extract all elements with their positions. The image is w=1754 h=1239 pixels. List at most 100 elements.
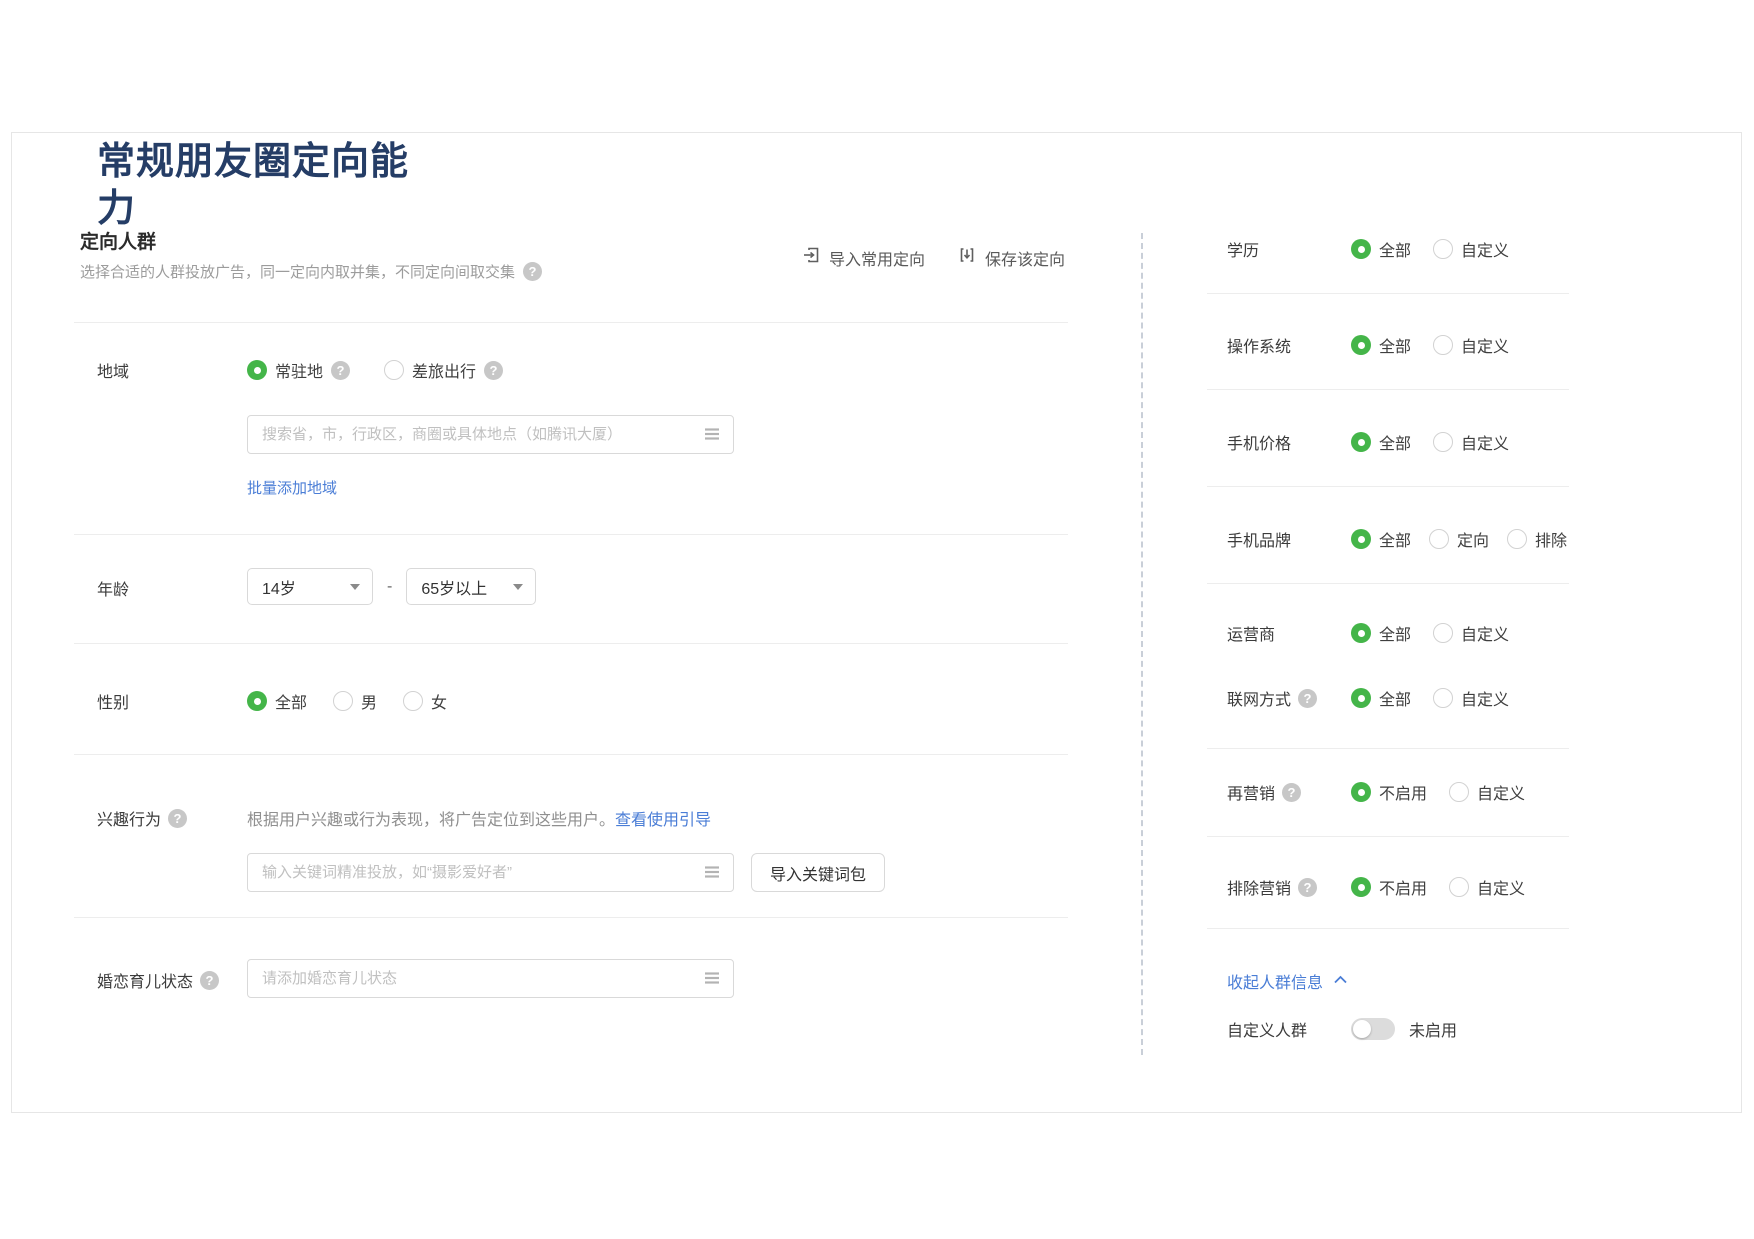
import-icon [801,245,821,270]
remarketing-custom-radio[interactable]: 自定义 [1449,780,1525,804]
marital-status-input[interactable] [247,959,734,998]
remarketing-row: 再营销 ? 不启用 自定义 [1227,780,1525,804]
remarketing-off-radio[interactable]: 不启用 [1351,780,1427,804]
chevron-down-icon [350,584,360,595]
phone-brand-exclude-radio[interactable]: 排除 [1507,527,1567,551]
help-icon[interactable]: ? [484,360,504,380]
help-icon[interactable]: ? [1298,688,1318,708]
save-targeting-button[interactable]: 保存该定向 [957,245,1065,270]
radio-unselected-icon [403,691,424,711]
chevron-up-icon [1333,972,1348,990]
os-custom-radio[interactable]: 自定义 [1433,333,1509,357]
row-divider [74,754,1068,755]
radio-unselected-icon [1433,623,1454,643]
radio-selected-icon [1351,877,1371,897]
marital-label: 婚恋育儿状态 ? [97,959,247,992]
os-all-radio[interactable]: 全部 [1351,333,1411,357]
list-icon[interactable] [702,863,722,886]
radio-unselected-icon [384,360,405,380]
help-icon[interactable]: ? [1298,877,1318,897]
interest-label: 兴趣行为 ? [97,806,247,830]
custom-audience-state: 未启用 [1409,1023,1458,1040]
save-icon [957,245,977,270]
help-icon[interactable]: ? [200,970,220,990]
row-divider [74,643,1068,644]
radio-selected-icon [1351,432,1371,452]
radio-unselected-icon [1429,529,1450,549]
keyword-search [247,853,734,892]
row-divider [1207,748,1569,749]
radio-unselected-icon [1433,335,1454,355]
os-row: 操作系统 全部 自定义 [1227,333,1509,357]
radio-selected-icon [1351,239,1371,259]
interest-description: 根据用户兴趣或行为表现，将广告定位到这些用户。查看使用引导 [247,812,712,829]
help-icon[interactable]: ? [523,262,543,281]
row-divider [1207,836,1569,837]
custom-audience-row: 自定义人群 未启用 [1227,1017,1457,1041]
travel-radio[interactable]: 差旅出行 ? [384,358,504,382]
help-icon[interactable]: ? [168,808,188,828]
custom-audience-label: 自定义人群 [1227,1023,1308,1040]
radio-unselected-icon [1449,782,1470,802]
gender-all-radio[interactable]: 全部 [247,689,307,713]
section-subtitle: 选择合适的人群投放广告，同一定向内取并集，不同定向间取交集 ? [80,261,543,282]
targeting-card: 常规朋友圈定向能力 定向人群 选择合适的人群投放广告，同一定向内取并集，不同定向… [11,132,1742,1113]
network-all-radio[interactable]: 全部 [1351,686,1411,710]
radio-unselected-icon [1433,239,1454,259]
list-icon[interactable] [702,425,722,448]
radio-unselected-icon [1449,877,1470,897]
gender-male-radio[interactable]: 男 [333,689,377,713]
phone-price-row: 手机价格 全部 自定义 [1227,430,1509,454]
section-title: 定向人群 [80,232,157,253]
custom-audience-toggle[interactable] [1351,1018,1395,1040]
help-icon[interactable]: ? [331,360,351,380]
phone-price-all-radio[interactable]: 全部 [1351,430,1411,454]
phone-brand-all-radio[interactable]: 全部 [1351,527,1411,551]
phone-price-custom-radio[interactable]: 自定义 [1433,430,1509,454]
section-subtitle-text: 选择合适的人群投放广告，同一定向内取并集，不同定向间取交集 [80,264,516,281]
radio-selected-icon [247,360,267,380]
row-divider [1207,486,1569,487]
carrier-custom-radio[interactable]: 自定义 [1433,621,1509,645]
row-divider [1207,389,1569,390]
chevron-down-icon [513,584,524,595]
radio-selected-icon [247,691,267,711]
interest-row: 兴趣行为 ? 根据用户兴趣或行为表现，将广告定位到这些用户。查看使用引导 导入关… [97,806,886,892]
row-divider [74,534,1068,535]
usage-guide-link[interactable]: 查看使用引导 [615,812,711,829]
radio-selected-icon [1351,688,1371,708]
age-to-select[interactable]: 65岁以上 [406,568,537,605]
region-search-input[interactable] [247,415,734,454]
gender-female-radio[interactable]: 女 [403,689,447,713]
vertical-dashed-divider [1141,233,1143,1055]
phone-brand-target-radio[interactable]: 定向 [1429,527,1489,551]
header-actions: 导入常用定向 保存该定向 [801,245,1065,270]
row-divider [1207,293,1569,294]
row-divider [1207,583,1569,584]
education-all-radio[interactable]: 全部 [1351,237,1411,261]
row-divider [1207,928,1569,929]
import-keyword-package-button[interactable]: 导入关键词包 [751,853,886,892]
network-custom-radio[interactable]: 自定义 [1433,686,1509,710]
marital-row: 婚恋育儿状态 ? [97,959,734,998]
resident-location-radio[interactable]: 常驻地 ? [247,358,351,382]
help-icon[interactable]: ? [1282,782,1302,802]
list-icon[interactable] [702,969,722,992]
batch-add-region-link[interactable]: 批量添加地域 [247,480,337,497]
import-common-targeting-button[interactable]: 导入常用定向 [801,245,925,270]
keyword-input[interactable] [247,853,734,892]
age-label: 年龄 [97,582,130,599]
exclude-marketing-off-radio[interactable]: 不启用 [1351,875,1427,899]
carrier-row: 运营商 全部 自定义 [1227,621,1509,645]
radio-selected-icon [1351,782,1371,802]
carrier-all-radio[interactable]: 全部 [1351,621,1411,645]
radio-unselected-icon [333,691,354,711]
gender-row: 性别 全部 男 女 [97,689,447,713]
network-row: 联网方式 ? 全部 自定义 [1227,686,1509,710]
education-custom-radio[interactable]: 自定义 [1433,237,1509,261]
age-from-select[interactable]: 14岁 [247,568,373,605]
collapse-audience-info-link[interactable]: 收起人群信息 [1227,969,1348,993]
row-divider [74,917,1068,918]
exclude-marketing-custom-radio[interactable]: 自定义 [1449,875,1525,899]
radio-unselected-icon [1507,529,1528,549]
